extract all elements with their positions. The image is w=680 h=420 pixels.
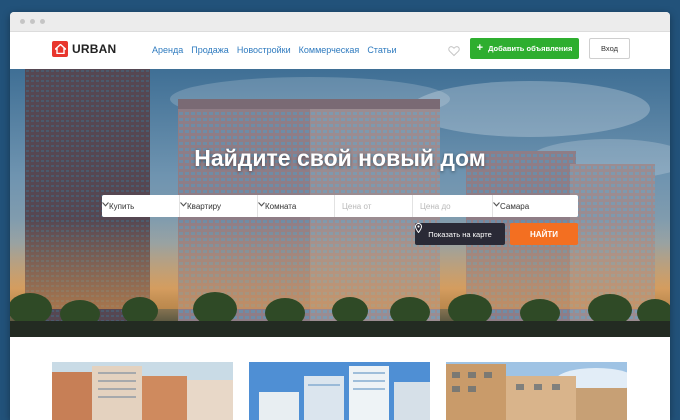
nav-item-sale[interactable]: Продажа: [191, 45, 229, 55]
search-bar: Купить Квартиру Комната Цена от Цена до …: [102, 195, 578, 217]
price-from-input[interactable]: Цена от: [335, 195, 413, 217]
show-on-map-button[interactable]: Показать на карте: [415, 223, 505, 245]
property-type-select[interactable]: Квартиру: [180, 195, 258, 217]
add-listing-button[interactable]: + Добавить объявления: [470, 38, 579, 59]
window-dot-icon[interactable]: [40, 19, 45, 24]
listing-card-image[interactable]: [446, 362, 627, 420]
listing-card-image[interactable]: [249, 362, 430, 420]
property-type-value: Квартиру: [187, 201, 222, 211]
site-header: URBAN Аренда Продажа Новостройки Коммерч…: [10, 32, 670, 69]
listing-cards: [10, 337, 670, 420]
find-button[interactable]: НАЙТИ: [510, 223, 578, 245]
main-nav: Аренда Продажа Новостройки Коммерческая …: [152, 45, 404, 55]
brand-name: URBAN: [72, 42, 117, 56]
login-button[interactable]: Вход: [589, 38, 630, 59]
browser-window: URBAN Аренда Продажа Новостройки Коммерч…: [10, 12, 670, 420]
plus-icon: +: [476, 42, 484, 54]
window-dot-icon[interactable]: [30, 19, 35, 24]
rooms-select[interactable]: Комната: [258, 195, 335, 217]
city-select-value: Самара: [500, 201, 530, 211]
chevron-down-icon: [102, 202, 109, 207]
hero-banner: Найдите свой новый дом Купить Квартиру К…: [10, 69, 670, 337]
house-logo-icon: [52, 41, 68, 57]
listing-card-image[interactable]: [52, 362, 233, 420]
deal-select[interactable]: Купить: [102, 195, 180, 217]
rooms-select-value: Комната: [265, 201, 297, 211]
hero-title: Найдите свой новый дом: [194, 145, 486, 171]
nav-item-new-buildings[interactable]: Новостройки: [237, 45, 291, 55]
add-listing-label: Добавить объявления: [488, 44, 573, 53]
show-on-map-label: Показать на карте: [428, 229, 492, 239]
map-pin-icon: [415, 223, 422, 233]
city-select[interactable]: Самара: [493, 195, 578, 217]
logo[interactable]: URBAN: [52, 41, 116, 57]
nav-item-articles[interactable]: Статьи: [367, 45, 396, 55]
chevron-down-icon: [493, 202, 500, 207]
window-dot-icon[interactable]: [20, 19, 25, 24]
nav-item-commercial[interactable]: Коммерческая: [299, 45, 360, 55]
price-to-input[interactable]: Цена до: [413, 195, 493, 217]
chevron-down-icon: [180, 202, 187, 207]
deal-select-value: Купить: [109, 201, 135, 211]
window-titlebar: [10, 12, 670, 32]
chevron-down-icon: [258, 202, 265, 207]
heart-icon[interactable]: [448, 44, 460, 57]
nav-item-rent[interactable]: Аренда: [152, 45, 183, 55]
